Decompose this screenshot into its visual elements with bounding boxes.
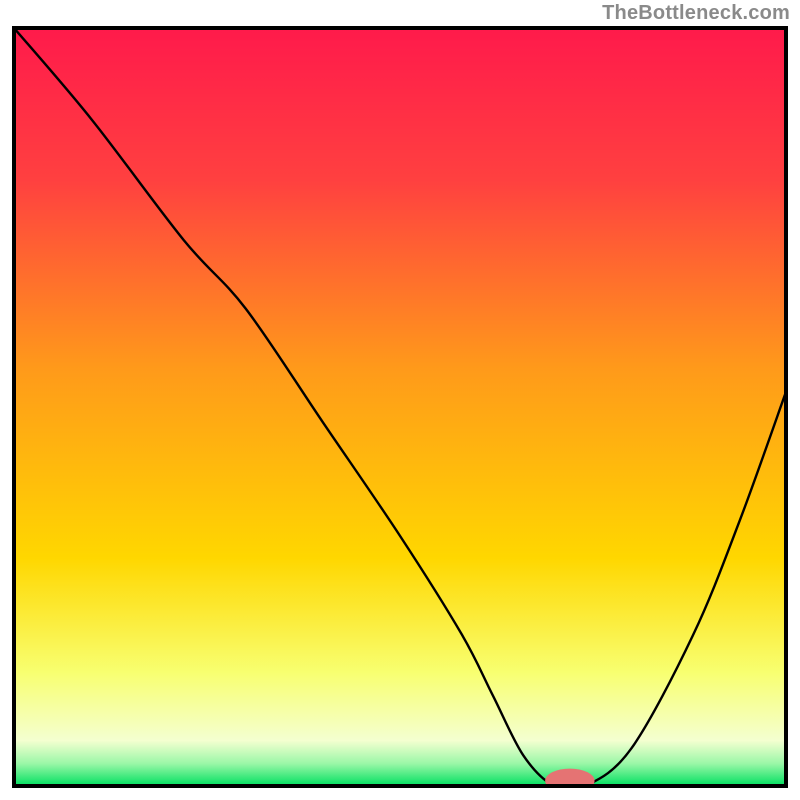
- watermark-label: TheBottleneck.com: [602, 2, 790, 25]
- plot-background: [14, 28, 786, 786]
- plot-area: [14, 28, 786, 793]
- chart-container: TheBottleneck.com: [0, 0, 800, 800]
- bottleneck-chart: [0, 0, 800, 800]
- selected-point-marker: [545, 769, 594, 793]
